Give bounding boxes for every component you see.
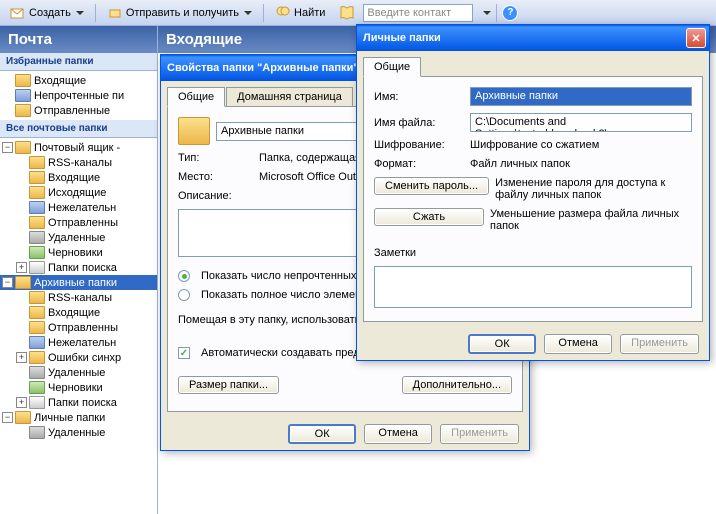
change-password-desc: Изменение пароля для доступа к файлу лич…: [495, 177, 692, 201]
search-folders[interactable]: +Папки поиска: [0, 260, 157, 275]
fav-sent[interactable]: Отправленные: [0, 103, 157, 118]
ar-errors[interactable]: +Ошибки синхр: [0, 350, 157, 365]
ar-sent[interactable]: Отправленны: [0, 320, 157, 335]
junk-folder[interactable]: Нежелательн: [0, 200, 157, 215]
dialog-title: Личные папки: [363, 32, 441, 44]
all-folders-header: Все почтовые папки: [0, 120, 157, 138]
name-input[interactable]: Архивные папки: [470, 87, 692, 106]
find-icon: [275, 5, 291, 21]
location-label: Место:: [178, 171, 253, 183]
navigation-pane: Почта Избранные папки Входящие Непрочтен…: [0, 26, 158, 514]
format-value: Файл личных папок: [470, 158, 692, 170]
ar-search[interactable]: +Папки поиска: [0, 395, 157, 410]
ar-junk[interactable]: Нежелательн: [0, 335, 157, 350]
send-receive-icon: [107, 5, 123, 21]
encryption-value: Шифрование со сжатием: [470, 139, 692, 151]
compact-desc: Уменьшение размера файла личных папок: [490, 208, 692, 232]
main-toolbar: Создать Отправить и получить Найти Введи…: [0, 0, 716, 26]
personal-root[interactable]: −Личные папки: [0, 410, 157, 425]
puttext-label: Помещая в эту папку, использовать:: [178, 314, 363, 326]
close-icon: ✕: [691, 32, 700, 45]
dialog-buttons: ОК Отмена Применить: [161, 418, 529, 450]
description-label: Описание:: [178, 190, 232, 202]
tabs-row: Общие: [357, 51, 709, 76]
mailbox-root[interactable]: −Почтовый ящик -: [0, 140, 157, 155]
tab-general[interactable]: Общие: [167, 87, 225, 107]
radio-icon: [178, 270, 190, 282]
check-icon: [178, 347, 190, 359]
create-label: Создать: [29, 7, 71, 19]
ar-deleted[interactable]: Удаленные: [0, 365, 157, 380]
fav-unread[interactable]: Непрочтенные пи: [0, 88, 157, 103]
contact-search-input[interactable]: Введите контакт: [363, 4, 473, 22]
find-button[interactable]: Найти: [269, 2, 331, 24]
expand-icon[interactable]: +: [16, 397, 27, 408]
dropdown-icon: [76, 11, 84, 15]
outbox-folder[interactable]: Исходящие: [0, 185, 157, 200]
ok-button[interactable]: ОК: [288, 424, 356, 444]
format-label: Формат:: [374, 158, 464, 170]
tab-content: Имя: Архивные папки Имя файла: C:\Document…: [363, 76, 703, 322]
tab-general[interactable]: Общие: [363, 57, 421, 77]
find-label: Найти: [294, 7, 325, 19]
inbox-folder[interactable]: Входящие: [0, 170, 157, 185]
ar-rss[interactable]: RSS-каналы: [0, 290, 157, 305]
archive-root[interactable]: −Архивные папки: [0, 275, 157, 290]
notes-label: Заметки: [374, 247, 416, 259]
personal-folders-dialog: Личные папки ✕ Общие Имя: Архивные папки …: [356, 24, 710, 361]
favorites-header: Избранные папки: [0, 53, 157, 71]
dropdown-icon: [244, 11, 252, 15]
send-receive-label: Отправить и получить: [126, 7, 239, 19]
folder-big-icon: [178, 117, 210, 145]
dropdown-icon[interactable]: [483, 11, 491, 15]
rss-folder[interactable]: RSS-каналы: [0, 155, 157, 170]
compact-button[interactable]: Сжать: [374, 208, 484, 226]
drafts-folder[interactable]: Черновики: [0, 245, 157, 260]
collapse-icon[interactable]: −: [2, 412, 13, 423]
dialog-title: Свойства папки "Архивные папки": [167, 62, 359, 74]
mail-new-icon: [10, 5, 26, 21]
create-button[interactable]: Создать: [4, 2, 90, 24]
change-password-button[interactable]: Сменить пароль...: [374, 177, 489, 195]
filename-value: C:\Documents and Settings\testaddressboo…: [470, 113, 692, 132]
sent-folder[interactable]: Отправленны: [0, 215, 157, 230]
filename-label: Имя файла:: [374, 117, 464, 129]
apply-button[interactable]: Применить: [620, 334, 699, 354]
expand-icon[interactable]: +: [16, 352, 27, 363]
contact-search-placeholder: Введите контакт: [367, 7, 451, 19]
book-icon: [339, 5, 355, 21]
all-folders-tree: −Почтовый ящик - RSS-каналы Входящие Исх…: [0, 138, 157, 442]
pf-deleted[interactable]: Удаленные: [0, 425, 157, 440]
ok-button[interactable]: ОК: [468, 334, 536, 354]
send-receive-button[interactable]: Отправить и получить: [101, 2, 258, 24]
dialog-buttons: ОК Отмена Применить: [357, 328, 709, 360]
help-icon[interactable]: ?: [502, 5, 518, 21]
dialog-title-bar[interactable]: Личные папки ✕: [357, 25, 709, 51]
fav-inbox[interactable]: Входящие: [0, 73, 157, 88]
deleted-folder[interactable]: Удаленные: [0, 230, 157, 245]
collapse-icon[interactable]: −: [2, 142, 13, 153]
ar-inbox[interactable]: Входящие: [0, 305, 157, 320]
favorites-tree: Входящие Непрочтенные пи Отправленные: [0, 71, 157, 120]
cancel-button[interactable]: Отмена: [364, 424, 432, 444]
collapse-icon[interactable]: −: [2, 277, 13, 288]
expand-icon[interactable]: +: [16, 262, 27, 273]
type-label: Тип:: [178, 152, 253, 164]
more-button[interactable]: Дополнительно...: [402, 376, 512, 394]
name-label: Имя:: [374, 91, 464, 103]
close-button[interactable]: ✕: [686, 28, 706, 48]
encryption-label: Шифрование:: [374, 139, 464, 151]
nav-mail-header: Почта: [0, 26, 157, 53]
apply-button[interactable]: Применить: [440, 424, 519, 444]
radio-icon: [178, 289, 190, 301]
cancel-button[interactable]: Отмена: [544, 334, 612, 354]
addressbook-button[interactable]: [333, 2, 361, 24]
ar-drafts[interactable]: Черновики: [0, 380, 157, 395]
notes-textarea[interactable]: [374, 266, 692, 308]
tab-homepage[interactable]: Домашняя страница: [226, 87, 353, 106]
folder-size-button[interactable]: Размер папки...: [178, 376, 279, 394]
